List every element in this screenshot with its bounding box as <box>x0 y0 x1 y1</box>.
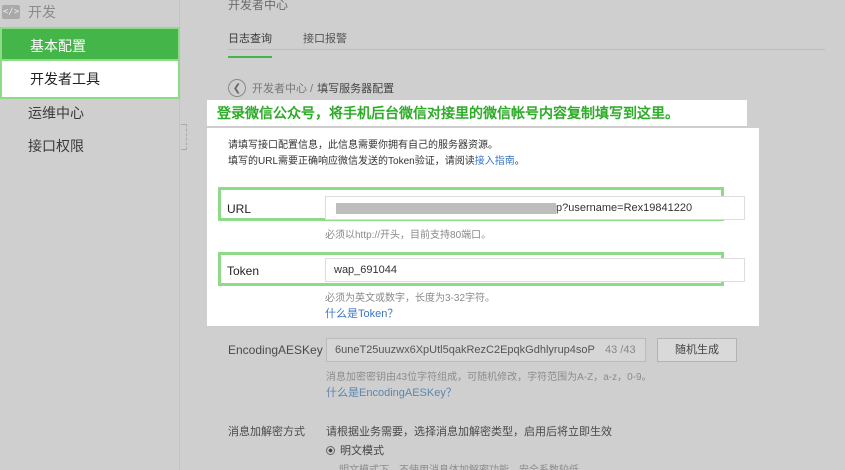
url-value: p?username=Rex19841220 <box>556 202 693 214</box>
plaintext-radio-label: 明文模式 <box>340 445 384 457</box>
aes-key-help-link[interactable]: 什么是EncodingAESKey？ <box>326 384 457 400</box>
radio-selected-icon <box>326 445 335 455</box>
encryption-desc: 请根据业务需要，选择消息加解密类型，启用后将立即生效 <box>326 426 612 438</box>
token-label: Token <box>227 264 260 278</box>
intro-line-2: 填写的URL需要正确响应微信发送的Token验证，请阅读接入指南。 <box>228 152 525 167</box>
intro-line-2-text: 填写的URL需要正确响应微信发送的Token验证，请阅读 <box>228 156 475 167</box>
back-arrow-icon[interactable]: ❮ <box>228 79 246 97</box>
breadcrumb-current: 填写服务器配置 <box>317 83 395 95</box>
divider-bracket <box>181 124 187 150</box>
aes-key-label: EncodingAESKey <box>228 343 323 357</box>
token-help-link[interactable]: 什么是Token？ <box>325 305 398 321</box>
sidebar-header: </> 开发 <box>0 0 180 24</box>
url-hint: 必须以http://开头，目前支持80端口。 <box>325 230 492 241</box>
code-icon: </> <box>2 5 20 19</box>
random-generate-button[interactable]: 随机生成 <box>657 338 737 362</box>
server-config-panel: 请填写接口配置信息，此信息需要你拥有自己的服务器资源。 填写的URL需要正确响应… <box>207 128 759 326</box>
url-label: URL <box>227 202 252 216</box>
sidebar-item-api-permissions[interactable]: 接口权限 <box>0 129 180 163</box>
redacted-url <box>336 202 556 214</box>
annotation-banner: 登录微信公众号，将手机后台微信对接里的微信帐号内容复制填写到这里。 <box>207 100 747 126</box>
breadcrumb: ❮ 开发者中心 / 填写服务器配置 <box>228 79 394 97</box>
encryption-label: 消息加解密方式 <box>228 426 305 438</box>
aes-key-input[interactable]: 6uneT25uuzwx6XpUtl5qakRezC2EpqkGdhlyrup4… <box>326 338 646 362</box>
plaintext-hint: 明文模式下，不使用消息体加解密功能，安全系数较低 <box>339 461 579 470</box>
intro-line-1: 请填写接口配置信息，此信息需要你拥有自己的服务器资源。 <box>228 140 498 151</box>
token-input[interactable]: wap_691044 <box>325 258 745 282</box>
token-hint: 必须为英文或数字，长度为3-32字符。 <box>325 293 496 304</box>
sidebar-item-ops-center[interactable]: 运维中心 <box>0 96 180 130</box>
page-title: 开发者中心 <box>228 0 289 12</box>
tab-log-query[interactable]: 日志查询 <box>228 30 272 58</box>
tab-bar: 日志查询 接口报警 <box>228 22 825 58</box>
sidebar: </> 开发 基本配置 开发者工具 运维中心 接口权限 <box>0 0 180 470</box>
intro-line-2-end: 。 <box>514 156 525 167</box>
sidebar-item-developer-tools[interactable]: 开发者工具 <box>0 61 180 99</box>
plaintext-radio[interactable]: 明文模式 <box>326 442 384 458</box>
sidebar-header-label: 开发 <box>28 4 56 20</box>
sidebar-item-basic-config[interactable]: 基本配置 <box>0 27 180 61</box>
breadcrumb-parent[interactable]: 开发者中心 / <box>252 80 313 96</box>
access-guide-link[interactable]: 接入指南 <box>475 156 515 167</box>
url-input[interactable]: p?username=Rex19841220 <box>325 196 745 220</box>
aes-key-count: 43 /43 <box>605 344 636 356</box>
aes-key-hint: 消息加密密钥由43位字符组成，可随机修改，字符范围为A-Z，a-z，0-9。 <box>326 372 652 383</box>
tab-api-alerts[interactable]: 接口报警 <box>303 30 347 46</box>
